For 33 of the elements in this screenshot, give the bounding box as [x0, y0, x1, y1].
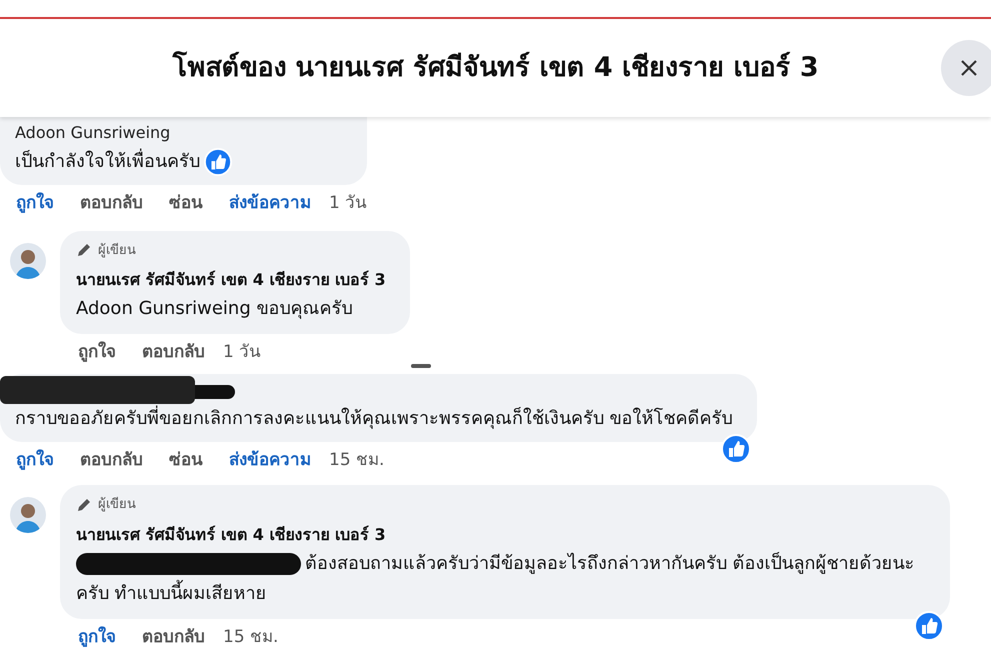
- pen-icon: [76, 496, 92, 513]
- comment-text: ต้องสอบถามแล้วครับว่ามีข้อมูลอะไรถึงกล่าวหากันครับ ต้องเป็นลูกผู้ชายด้วยนะครับ ทำแบบนี้ผมเสียหาย: [76, 552, 915, 604]
- comment-text: กราบขออภัยครับพี่ขอยกเลิกการลงคะแนนให้คุณเพราะพรรคคุณก็ใช้เงินครับ ขอให้โชคดีครับ: [15, 408, 733, 428]
- comment-time: 15 ชม.: [223, 626, 278, 648]
- close-icon: [959, 58, 979, 78]
- action-link[interactable]: ถูกใจ: [16, 191, 54, 216]
- close-button[interactable]: [941, 40, 991, 96]
- action-link[interactable]: ถูกใจ: [78, 340, 116, 366]
- author-label: ผู้เขียน: [98, 496, 136, 514]
- drag-handle: [411, 364, 431, 368]
- action-link[interactable]: ตอบกลับ: [142, 624, 205, 650]
- author-name[interactable]: นายนเรศ รัศมีจันทร์ เขต 4 เชียงราย เบอร์ 3: [76, 268, 386, 292]
- action-link[interactable]: ตอบกลับ: [80, 448, 143, 473]
- author-name[interactable]: Adoon Gunsriweing: [15, 121, 344, 145]
- action-link[interactable]: ตอบกลับ: [80, 191, 143, 216]
- action-link[interactable]: ส่งข้อความ: [229, 448, 311, 473]
- action-link[interactable]: ส่งข้อความ: [229, 191, 311, 216]
- comment-text: เป็นกำลังใจให้เพื่อนครับ: [15, 151, 200, 172]
- action-link[interactable]: ตอบกลับ: [142, 340, 205, 366]
- action-link[interactable]: ถูกใจ: [78, 624, 116, 650]
- comment-time: 1 วัน: [329, 192, 368, 215]
- avatar[interactable]: [10, 497, 46, 533]
- action-link[interactable]: ซ่อน: [169, 191, 203, 216]
- dialog-title: โพสต์ของ นายนเรศ รัศมีจันทร์ เขต 4 เชียงราย เบอร์ 3: [172, 50, 819, 85]
- avatar[interactable]: [10, 242, 46, 278]
- comment-time: 1 วัน: [223, 341, 262, 364]
- action-link[interactable]: ซ่อน: [169, 448, 203, 473]
- pen-icon: [76, 242, 92, 258]
- action-link[interactable]: ถูกใจ: [16, 448, 54, 473]
- author-label: ผู้เขียน: [98, 242, 136, 260]
- author-name[interactable]: นายนเรศ รัศมีจันทร์ เขต 4 เชียงราย เบอร์ 3: [76, 522, 926, 546]
- comment-time: 15 ชม.: [329, 448, 384, 472]
- comment-text: Adoon Gunsriweing ขอบคุณครับ: [76, 298, 352, 319]
